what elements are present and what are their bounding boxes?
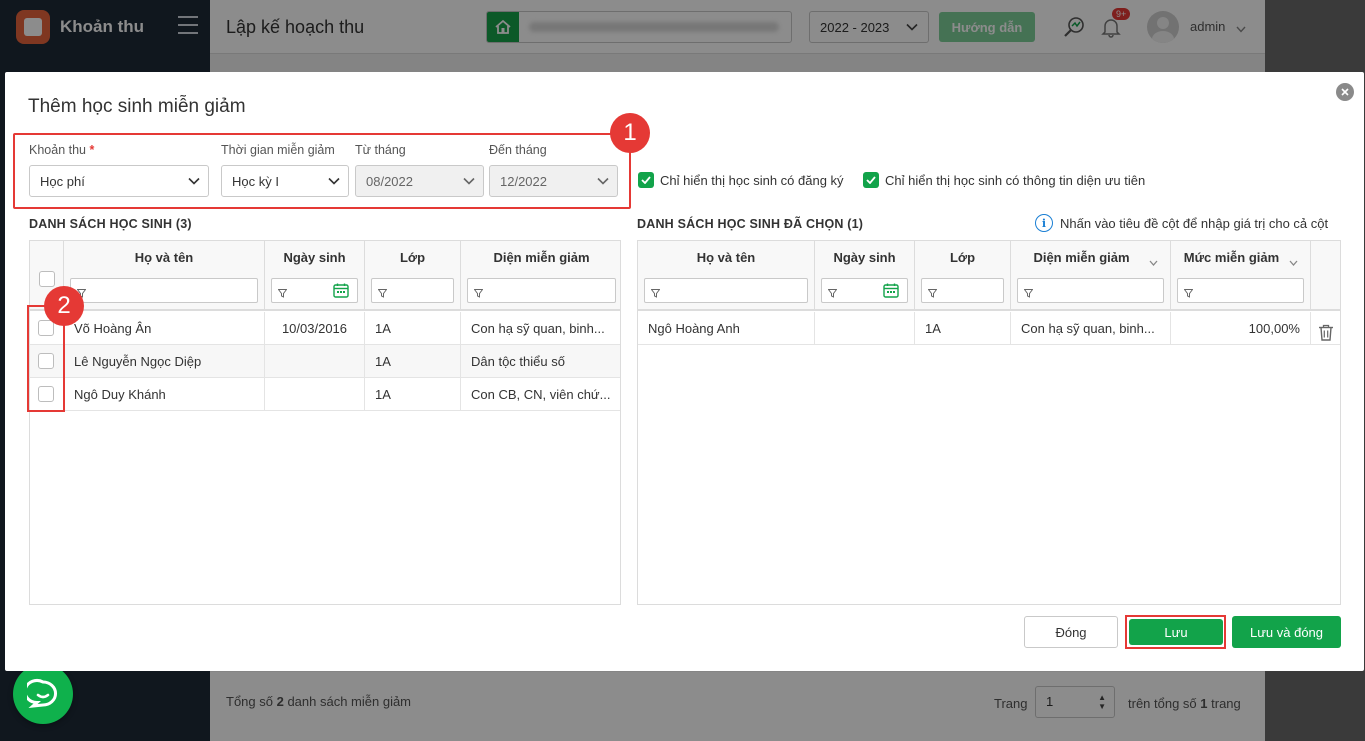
calendar-icon[interactable]	[333, 283, 349, 301]
cell-rate[interactable]: 100,00%	[1171, 312, 1311, 345]
cell-category: Dân tộc thiểu số	[471, 354, 565, 369]
dob-filter-input[interactable]	[271, 278, 358, 303]
from-month-label: Từ tháng	[355, 143, 406, 157]
trash-icon[interactable]	[1318, 320, 1334, 345]
chevron-down-icon	[328, 177, 340, 185]
table-row[interactable]: Ngô Duy Khánh 1A Con CB, CN, viên chứ...	[30, 378, 620, 411]
fee-type-select[interactable]: Học phí	[29, 165, 209, 197]
rate-filter-input[interactable]	[1177, 278, 1304, 303]
column-name[interactable]: Họ và tên	[64, 241, 265, 311]
table-row[interactable]: Ngô Hoàng Anh 1A Con hạ sỹ quan, binh...…	[638, 312, 1340, 345]
selected-grid-header: Họ và tên Ngày sinh Lớp Diện miễn giảm M…	[638, 241, 1340, 311]
filter-icon	[377, 286, 388, 301]
column-dob[interactable]: Ngày sinh	[815, 241, 915, 311]
chevron-down-icon	[188, 177, 200, 185]
class-filter-input[interactable]	[921, 278, 1004, 303]
column-category[interactable]: Diện miễn giảm	[1011, 241, 1171, 311]
chevron-down-icon	[597, 177, 609, 185]
column-name[interactable]: Họ và tên	[638, 241, 815, 311]
student-grid: Họ và tên Ngày sinh Lớp Diện miễn giảm V…	[29, 240, 621, 605]
exempt-period-select[interactable]: Học kỳ I	[221, 165, 349, 197]
cell-category: Con CB, CN, viên chứ...	[471, 387, 611, 402]
info-icon: i	[1035, 214, 1053, 232]
fee-type-label: Khoản thu *	[29, 143, 95, 157]
table-row[interactable]: Võ Hoàng Ân 10/03/2016 1A Con hạ sỹ quan…	[30, 312, 620, 345]
cell-dob	[815, 312, 915, 345]
cell-dob: 10/03/2016	[265, 312, 365, 345]
chevron-down-icon	[1149, 254, 1158, 269]
column-class[interactable]: Lớp	[365, 241, 461, 311]
name-filter-input[interactable]	[70, 278, 258, 303]
column-class[interactable]: Lớp	[915, 241, 1011, 311]
column-actions	[1311, 241, 1342, 311]
cell-category: Con hạ sỹ quan, binh...	[1011, 312, 1171, 345]
registered-only-checkbox[interactable]: Chỉ hiển thị học sinh có đăng ký	[638, 172, 844, 188]
to-month-select[interactable]: 12/2022	[489, 165, 618, 197]
priority-only-checkbox[interactable]: Chỉ hiển thị học sinh có thông tin diện …	[863, 172, 1145, 188]
cell-class: 1A	[365, 378, 461, 411]
chat-button[interactable]	[13, 664, 73, 724]
filter-icon	[1183, 286, 1194, 301]
cell-class: 1A	[915, 312, 1011, 345]
selected-grid: Họ và tên Ngày sinh Lớp Diện miễn giảm M…	[637, 240, 1341, 605]
cell-class: 1A	[365, 345, 461, 378]
cell-category: Con hạ sỹ quan, binh...	[471, 321, 605, 336]
select-all-checkbox[interactable]	[39, 271, 55, 287]
chevron-down-icon	[463, 177, 475, 185]
category-filter-input[interactable]	[467, 278, 616, 303]
add-exempt-student-dialog: Thêm học sinh miễn giảm 1 Khoản thu * Họ…	[5, 72, 1364, 671]
cell-name: Ngô Hoàng Anh	[638, 312, 815, 345]
filter-icon	[827, 286, 838, 301]
checkmark-icon	[638, 172, 654, 188]
dialog-title: Thêm học sinh miễn giảm	[28, 96, 246, 117]
column-hint: i Nhấn vào tiêu đề cột để nhập giá trị c…	[1035, 214, 1328, 232]
cell-class: 1A	[365, 312, 461, 345]
column-rate[interactable]: Mức miễn giảm	[1171, 241, 1311, 311]
column-dob[interactable]: Ngày sinh	[265, 241, 365, 311]
step-marker-2: 2	[44, 286, 84, 326]
step-marker-1: 1	[610, 113, 650, 153]
from-month-select[interactable]: 08/2022	[355, 165, 484, 197]
dob-filter-input[interactable]	[821, 278, 908, 303]
save-button[interactable]: Lưu	[1129, 619, 1223, 645]
student-list-title: DANH SÁCH HỌC SINH (3)	[29, 217, 192, 231]
cell-dob	[265, 378, 365, 411]
filter-icon	[1023, 286, 1034, 301]
chat-bubble-icon	[27, 679, 58, 708]
table-row[interactable]: Lê Nguyễn Ngọc Diệp 1A Dân tộc thiểu số	[30, 345, 620, 378]
selected-list-title: DANH SÁCH HỌC SINH ĐÃ CHỌN (1)	[637, 217, 864, 231]
to-month-label: Đến tháng	[489, 143, 547, 157]
calendar-icon[interactable]	[883, 283, 899, 301]
close-icon[interactable]	[1336, 83, 1354, 101]
close-button[interactable]: Đóng	[1024, 616, 1118, 648]
filter-icon	[927, 286, 938, 301]
cell-name: Võ Hoàng Ân	[64, 312, 265, 345]
filter-icon	[277, 286, 288, 301]
category-filter-input[interactable]	[1017, 278, 1164, 303]
checkmark-icon	[863, 172, 879, 188]
cell-name: Ngô Duy Khánh	[64, 378, 265, 411]
filter-icon	[650, 286, 661, 301]
cell-name: Lê Nguyễn Ngọc Diệp	[64, 345, 265, 378]
exempt-period-label: Thời gian miễn giảm	[221, 143, 335, 157]
name-filter-input[interactable]	[644, 278, 808, 303]
chevron-down-icon	[1289, 254, 1298, 269]
student-grid-header: Họ và tên Ngày sinh Lớp Diện miễn giảm	[30, 241, 620, 311]
filter-icon	[473, 286, 484, 301]
class-filter-input[interactable]	[371, 278, 454, 303]
cell-dob	[265, 345, 365, 378]
column-category[interactable]: Diện miễn giảm	[461, 241, 622, 311]
save-and-close-button[interactable]: Lưu và đóng	[1232, 616, 1341, 648]
